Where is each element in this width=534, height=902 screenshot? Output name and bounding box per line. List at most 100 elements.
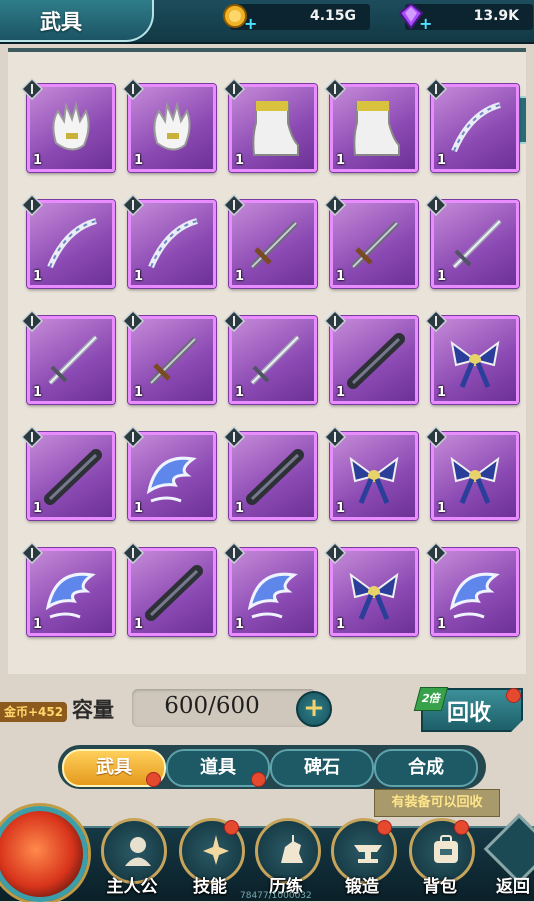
tab-weapons-dot bbox=[146, 772, 161, 787]
item-quantity: 1 bbox=[235, 269, 245, 284]
inventory-slot[interactable]: 1 bbox=[21, 310, 115, 404]
dagger-icon bbox=[148, 336, 198, 386]
item-quantity: 1 bbox=[437, 269, 447, 284]
recycle-hint: 有装备可以回收 bbox=[374, 789, 500, 817]
inventory-slot[interactable]: 1 bbox=[425, 78, 519, 172]
inventory-slot[interactable]: 1 bbox=[122, 310, 216, 404]
inventory-slot[interactable]: 1 bbox=[425, 194, 519, 288]
inventory-slot[interactable]: 1 bbox=[425, 310, 519, 404]
inventory-slot[interactable]: 1 bbox=[122, 78, 216, 172]
top-bar: 武具 + 4.15G + 13.9K bbox=[0, 0, 534, 44]
expand-capacity-button[interactable]: + bbox=[296, 691, 332, 727]
item-quantity: 1 bbox=[33, 153, 43, 168]
item-quantity: 1 bbox=[33, 269, 43, 284]
item-quantity: 1 bbox=[336, 385, 346, 400]
inventory-slot[interactable]: 1 bbox=[425, 542, 519, 636]
inventory-slot[interactable]: 1 bbox=[324, 310, 418, 404]
item-quantity: 1 bbox=[33, 617, 43, 632]
item-quantity: 1 bbox=[33, 385, 43, 400]
inventory-slot[interactable]: 1 bbox=[122, 426, 216, 520]
wing-icon bbox=[146, 456, 197, 503]
capacity-box: 600/600 bbox=[132, 689, 316, 727]
bow-icon bbox=[47, 218, 97, 269]
item-quantity: 1 bbox=[235, 153, 245, 168]
item-quantity: 1 bbox=[336, 617, 346, 632]
sword-icon bbox=[250, 335, 300, 385]
inventory-slot[interactable]: 1 bbox=[21, 78, 115, 172]
skills-notification-dot bbox=[224, 820, 239, 835]
back-button[interactable]: 返回 bbox=[483, 813, 534, 899]
item-quantity: 1 bbox=[134, 153, 144, 168]
nav-hero[interactable]: 主人公 bbox=[96, 818, 168, 899]
sword-icon bbox=[452, 219, 502, 269]
bottom-counter: 78477/1000032 bbox=[240, 891, 312, 901]
wing-icon bbox=[247, 572, 298, 619]
add-gold-icon[interactable]: + bbox=[244, 16, 258, 32]
inventory-slot[interactable]: 1 bbox=[223, 310, 317, 404]
gold-value: 4.15G bbox=[309, 8, 356, 24]
gem-counter[interactable]: + 13.9K bbox=[398, 2, 533, 32]
item-quantity: 1 bbox=[336, 269, 346, 284]
inventory-slot[interactable]: 1 bbox=[324, 194, 418, 288]
gold-counter[interactable]: + 4.15G bbox=[223, 4, 370, 32]
dagger-icon bbox=[350, 220, 400, 270]
tab-items-dot bbox=[251, 772, 266, 787]
gloves-icon bbox=[52, 101, 90, 151]
inventory-slot[interactable]: 1 bbox=[21, 194, 115, 288]
staff-icon bbox=[44, 449, 102, 505]
item-quantity: 1 bbox=[235, 385, 245, 400]
inventory-slot[interactable]: 1 bbox=[324, 542, 418, 636]
bag-notification-dot bbox=[454, 820, 469, 835]
add-gem-icon[interactable]: + bbox=[419, 16, 433, 32]
sword-icon bbox=[48, 335, 98, 385]
gloves-icon bbox=[153, 101, 191, 151]
staff-icon bbox=[347, 333, 405, 389]
inventory-slot[interactable]: 1 bbox=[21, 426, 115, 520]
nav-label-hero: 主人公 bbox=[106, 877, 158, 897]
item-quantity: 1 bbox=[437, 385, 447, 400]
tab-synthesis[interactable]: 合成 bbox=[374, 749, 478, 787]
inventory-slot[interactable]: 1 bbox=[223, 194, 317, 288]
inventory-slot[interactable]: 1 bbox=[425, 426, 519, 520]
gem-value: 13.9K bbox=[473, 8, 519, 24]
boots-icon bbox=[353, 101, 400, 156]
dagger-icon bbox=[249, 220, 299, 270]
inventory-slot[interactable]: 1 bbox=[223, 426, 317, 520]
tab-runestones[interactable]: 碑石 bbox=[270, 749, 374, 787]
capacity-value: 600/600 bbox=[164, 693, 260, 719]
boots-icon bbox=[252, 101, 299, 156]
ribbon-icon bbox=[349, 572, 399, 620]
ribbon-icon bbox=[450, 340, 500, 388]
inventory-slot[interactable]: 1 bbox=[324, 426, 418, 520]
back-label: 返回 bbox=[496, 877, 530, 897]
item-quantity: 1 bbox=[336, 501, 346, 516]
nav-label-skills: 技能 bbox=[193, 877, 227, 897]
bow-icon bbox=[148, 218, 198, 269]
nav-label-bag: 背包 bbox=[423, 877, 457, 897]
inventory-panel: 1 1 1 1 1 1 1 1 1 1 1 1 1 1 1 1 1 1 1 1 1 1 1 1 1 bbox=[8, 48, 526, 674]
inventory-slot[interactable]: 1 bbox=[223, 78, 317, 172]
nav-label-forge: 锻造 bbox=[345, 877, 379, 897]
nav-training[interactable]: 历练 bbox=[250, 818, 322, 899]
item-quantity: 1 bbox=[134, 385, 144, 400]
title-plate: 武具 bbox=[0, 0, 154, 42]
recycle-notification-dot bbox=[506, 688, 521, 703]
item-quantity: 1 bbox=[437, 153, 447, 168]
staff-icon bbox=[145, 565, 203, 621]
inventory-slot[interactable]: 1 bbox=[122, 542, 216, 636]
inventory-slot[interactable]: 1 bbox=[223, 542, 317, 636]
inventory-slot[interactable]: 1 bbox=[21, 542, 115, 636]
item-quantity: 1 bbox=[134, 501, 144, 516]
ribbon-icon bbox=[349, 456, 399, 504]
item-quantity: 1 bbox=[134, 269, 144, 284]
item-quantity: 1 bbox=[134, 617, 144, 632]
inventory-slot[interactable]: 1 bbox=[324, 78, 418, 172]
item-quantity: 1 bbox=[437, 617, 447, 632]
staff-icon bbox=[246, 449, 304, 505]
item-quantity: 1 bbox=[235, 617, 245, 632]
item-quantity: 1 bbox=[235, 501, 245, 516]
item-quantity: 1 bbox=[437, 501, 447, 516]
capacity-label: 容量 bbox=[72, 697, 114, 722]
forge-notification-dot bbox=[377, 820, 392, 835]
inventory-slot[interactable]: 1 bbox=[122, 194, 216, 288]
